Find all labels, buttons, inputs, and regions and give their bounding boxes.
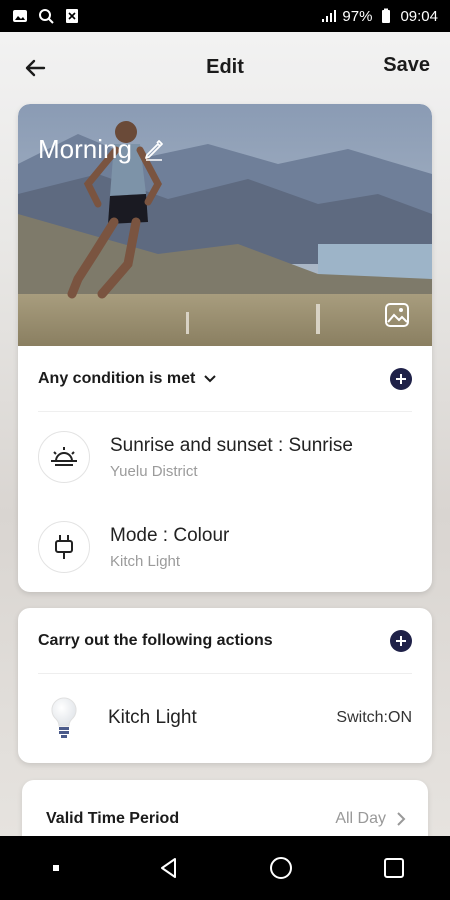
valid-time-value-group: All Day xyxy=(335,810,406,828)
condition-item-sunrise[interactable]: Sunrise and sunset : Sunrise Yuelu Distr… xyxy=(18,412,432,502)
condition-sublabel: Yuelu District xyxy=(110,462,198,480)
action-title: Carry out the following actions xyxy=(38,631,273,649)
condition-title: Any condition is met xyxy=(38,369,196,387)
action-header: Carry out the following actions xyxy=(38,608,412,674)
plus-icon xyxy=(396,635,406,646)
condition-item-mode[interactable]: Mode : Colour Kitch Light xyxy=(18,502,432,592)
save-button[interactable]: Save xyxy=(383,54,430,77)
sunrise-icon xyxy=(38,431,90,483)
nav-dot-button[interactable] xyxy=(36,848,76,888)
condition-card: Morning Any condition is met Sunrise and… xyxy=(18,104,432,592)
condition-header: Any condition is met xyxy=(38,346,412,412)
clock: 09:04 xyxy=(400,7,438,25)
condition-label: Mode : Colour xyxy=(110,524,230,546)
triangle-back-icon xyxy=(160,858,176,878)
circle-home-icon xyxy=(270,857,293,879)
bulb-icon xyxy=(38,696,90,740)
status-right: 97% 09:04 xyxy=(320,8,438,25)
header: Edit Save xyxy=(0,32,450,102)
nav-home-button[interactable] xyxy=(261,848,301,888)
chevron-down-icon xyxy=(204,374,217,382)
condition-mode-selector[interactable]: Any condition is met xyxy=(38,370,217,388)
status-left-icons xyxy=(12,8,80,24)
plug-icon xyxy=(38,521,90,573)
square-recents-icon xyxy=(383,858,404,878)
page-title: Edit xyxy=(206,55,244,78)
status-bar: 97% 09:04 xyxy=(0,0,450,32)
edit-pencil-icon[interactable] xyxy=(142,138,166,162)
nav-back-button[interactable] xyxy=(149,848,189,888)
action-device-name: Kitch Light xyxy=(108,707,197,728)
gallery-icon xyxy=(13,10,27,22)
battery-icon xyxy=(382,8,391,23)
back-arrow-icon[interactable] xyxy=(22,54,50,82)
condition-sublabel: Kitch Light xyxy=(110,552,181,570)
scene-name-group: Morning xyxy=(38,134,166,165)
valid-time-period-row[interactable]: Valid Time Period All Day xyxy=(22,780,428,836)
valid-time-label: Valid Time Period xyxy=(46,810,180,827)
action-value: Switch:ON xyxy=(336,709,412,726)
condition-text: Mode : Colour Kitch Light xyxy=(110,525,229,570)
add-condition-button[interactable] xyxy=(390,367,412,390)
system-nav-bar xyxy=(0,836,450,900)
search-icon xyxy=(39,9,54,24)
document-icon xyxy=(66,9,78,23)
plus-icon xyxy=(396,373,406,384)
dot-icon xyxy=(53,865,60,871)
add-action-button[interactable] xyxy=(390,629,412,652)
signal-icon xyxy=(322,10,337,22)
valid-time-value: All Day xyxy=(335,810,386,827)
scene-cover-image[interactable]: Morning xyxy=(18,104,432,346)
change-image-icon[interactable] xyxy=(384,302,410,328)
battery-percent: 97% xyxy=(342,7,373,25)
condition-text: Sunrise and sunset : Sunrise Yuelu Distr… xyxy=(110,435,353,480)
scene-name: Morning xyxy=(38,134,132,164)
action-card: Carry out the following actions Kitch Li… xyxy=(18,608,432,763)
nav-recents-button[interactable] xyxy=(374,848,414,888)
condition-label: Sunrise and sunset : Sunrise xyxy=(110,434,353,456)
app-screen: Edit Save Morning Any condition is met S… xyxy=(0,32,450,836)
action-item-kitch-light[interactable]: Kitch Light Switch:ON xyxy=(18,674,432,762)
chevron-right-icon xyxy=(397,812,406,826)
